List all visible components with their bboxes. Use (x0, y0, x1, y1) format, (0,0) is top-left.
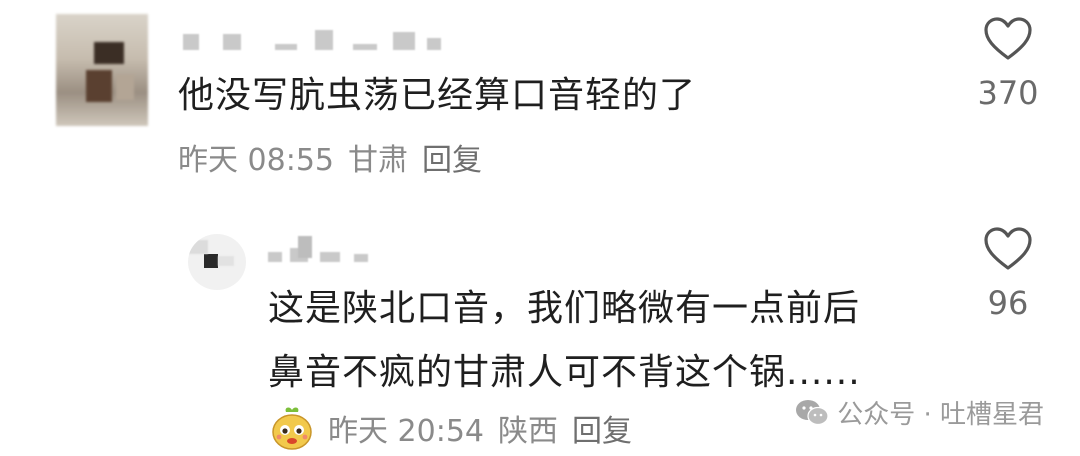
comment-meta: 昨天 08:55 甘肃 回复 (178, 143, 496, 179)
like-count: 370 (977, 74, 1039, 112)
like-button[interactable]: 96 (953, 226, 1063, 322)
watermark: 公众号 · 吐槽星君 (795, 394, 1044, 431)
reply-avatar[interactable] (188, 234, 246, 290)
heart-icon[interactable] (983, 16, 1033, 62)
reply-name-blurred[interactable] (268, 236, 388, 264)
reply-button[interactable]: 回复 (422, 143, 482, 178)
reply-button[interactable]: 回复 (572, 414, 632, 449)
comment-location: 甘肃 (348, 143, 408, 178)
heart-icon[interactable] (983, 226, 1033, 272)
commenter-name-blurred[interactable] (183, 30, 463, 54)
reply-location: 陕西 (498, 414, 558, 449)
mascot-icon (272, 407, 312, 450)
like-count: 96 (987, 284, 1029, 322)
reply-text-line1: 这是陕北口音，我们略微有一点前后 (268, 288, 861, 329)
watermark-text: 公众号 · 吐槽星君 (837, 400, 1044, 430)
commenter-avatar[interactable] (56, 14, 148, 126)
reply-text-line2: 鼻音不疯的甘肃人可不背这个锅...... (268, 352, 861, 393)
reply-time: 昨天 20:54 (328, 414, 484, 449)
reply-meta: 昨天 20:54 陕西 回复 (328, 414, 646, 450)
like-button[interactable]: 370 (953, 16, 1063, 112)
wechat-icon (796, 399, 829, 425)
comment-text: 他没写肮虫荡已经算口音轻的了 (178, 75, 697, 116)
comment-time: 昨天 08:55 (178, 143, 334, 178)
